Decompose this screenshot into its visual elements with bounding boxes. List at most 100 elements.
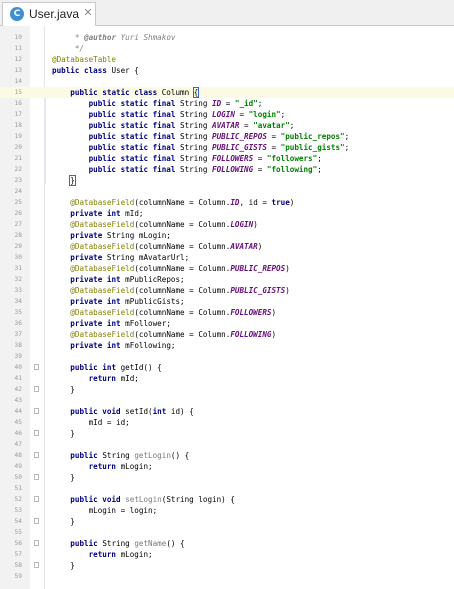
code-line[interactable]: 44 public void setId(int id) { [0,406,454,417]
code-line[interactable]: 52 public void setLogin(String login) { [0,494,454,505]
code-text: } [52,428,75,439]
code-line[interactable]: 57 return mLogin; [0,549,454,560]
code-line[interactable]: 39 [0,351,454,362]
code-line[interactable]: 32 private int mPublicRepos; [0,274,454,285]
code-token: = [234,110,249,119]
code-line[interactable]: 51 [0,483,454,494]
code-token: @DatabaseField [70,330,135,339]
code-text: private int mPublicGists; [52,296,184,307]
code-line[interactable]: 28 private String mLogin; [0,230,454,241]
code-line[interactable]: 50 } [0,472,454,483]
code-editor[interactable]: 10 * @author Yuri Shmakov 11 */12 @Databas… [0,26,454,589]
code-line[interactable]: 23 } [0,175,454,186]
code-line[interactable]: 56 public String getName() { [0,538,454,549]
code-token: FOLLOWING [230,330,272,339]
code-text: public String getLogin() { [52,450,189,461]
fold-marker-icon[interactable] [34,452,39,458]
line-number: 41 [14,375,22,382]
code-token: AVATAR [230,242,258,251]
code-token: } [52,517,75,526]
code-text: public static final String FOLLOWING = "… [52,164,322,175]
code-line[interactable]: 14 [0,76,454,87]
code-line[interactable]: 11 */ [0,43,454,54]
code-token: ; [317,154,322,163]
code-line[interactable]: 47 [0,439,454,450]
code-text: public static class Column { [52,87,200,98]
code-line[interactable]: 10 * @author Yuri Shmakov [0,32,454,43]
code-text: } [52,384,75,395]
code-line[interactable]: 33 @DatabaseField(columnName = Column.PU… [0,285,454,296]
code-token: ) [271,330,277,339]
code-token: mLogin; [120,462,153,471]
code-line[interactable]: 26 private int mId; [0,208,454,219]
code-line[interactable]: 17 public static final String LOGIN = "l… [0,109,454,120]
code-line[interactable]: 54 } [0,516,454,527]
code-line[interactable]: 59 [0,571,454,582]
code-line[interactable]: 46 } [0,428,454,439]
code-line[interactable]: 18 public static final String AVATAR = "… [0,120,454,131]
line-number: 33 [14,287,22,294]
line-number: 21 [14,155,22,162]
code-line[interactable]: 42 } [0,384,454,395]
close-icon[interactable]: ✕ [82,6,94,20]
code-text: } [52,560,75,571]
code-line[interactable]: 20 public static final String PUBLIC_GIS… [0,142,454,153]
code-line[interactable]: 22 public static final String FOLLOWING … [0,164,454,175]
code-line[interactable]: 53 mLogin = login; [0,505,454,516]
code-line[interactable]: 30 private String mAvatarUrl; [0,252,454,263]
line-number: 51 [14,485,22,492]
code-line[interactable]: 55 [0,527,454,538]
code-token: setId( [125,407,153,416]
fold-marker-icon[interactable] [34,364,39,370]
code-text: } [52,472,75,483]
code-line[interactable]: 15 public static class Column { [0,87,454,98]
code-line[interactable]: 45 mId = id; [0,417,454,428]
code-line[interactable]: 12 @DatabaseTable [0,54,454,65]
code-text: private int mFollower; [52,318,171,329]
line-number: 44 [14,408,22,415]
code-token: mLogin; [120,550,153,559]
fold-marker-icon[interactable] [34,562,39,568]
code-token: * [52,33,85,42]
code-token: mId; [120,374,139,383]
code-line[interactable]: 16 public static final String ID = "_id"… [0,98,454,109]
code-token: ; [344,132,350,141]
code-line[interactable]: 31 @DatabaseField(columnName = Column.PU… [0,263,454,274]
code-area[interactable]: 10 * @author Yuri Shmakov 11 */12 @Databas… [0,32,454,582]
code-line[interactable]: 21 public static final String FOLLOWERS … [0,153,454,164]
code-line[interactable]: 19 public static final String PUBLIC_REP… [0,131,454,142]
code-line[interactable]: 38 private int mFollowing; [0,340,454,351]
code-line[interactable]: 41 return mId; [0,373,454,384]
code-line[interactable]: 25 @DatabaseField(columnName = Column.ID… [0,197,454,208]
code-line[interactable]: 27 @DatabaseField(columnName = Column.LO… [0,219,454,230]
line-number: 24 [14,188,22,195]
code-line[interactable]: 13 public class User { [0,65,454,76]
code-token: getName [134,539,167,548]
code-token: mId = id; [52,418,130,427]
code-line[interactable]: 49 return mLogin; [0,461,454,472]
fold-marker-icon[interactable] [34,474,39,480]
code-token: ) [285,286,290,295]
tab-user-java[interactable]: C User.java ✕ [2,2,96,26]
fold-marker-icon[interactable] [34,518,39,524]
fold-marker-icon[interactable] [34,540,39,546]
code-line[interactable]: 40 public int getId() { [0,362,454,373]
fold-marker-icon[interactable] [34,408,39,414]
code-line[interactable]: 24 [0,186,454,197]
code-line[interactable]: 43 [0,395,454,406]
code-line[interactable]: 37 @DatabaseField(columnName = Column.FO… [0,329,454,340]
line-number: 34 [14,298,22,305]
code-line[interactable]: 35 @DatabaseField(columnName = Column.FO… [0,307,454,318]
fold-marker-icon[interactable] [34,430,39,436]
fold-marker-icon[interactable] [34,496,39,502]
fold-marker-icon[interactable] [34,386,39,392]
code-line[interactable]: 34 private int mPublicGists; [0,296,454,307]
code-line[interactable]: 36 private int mFollower; [0,318,454,329]
code-line[interactable]: 29 @DatabaseField(columnName = Column.AV… [0,241,454,252]
code-line[interactable]: 48 public String getLogin() { [0,450,454,461]
code-line[interactable]: 58 } [0,560,454,571]
code-token: (String login) { [161,495,235,504]
code-text: mLogin = login; [52,505,158,516]
